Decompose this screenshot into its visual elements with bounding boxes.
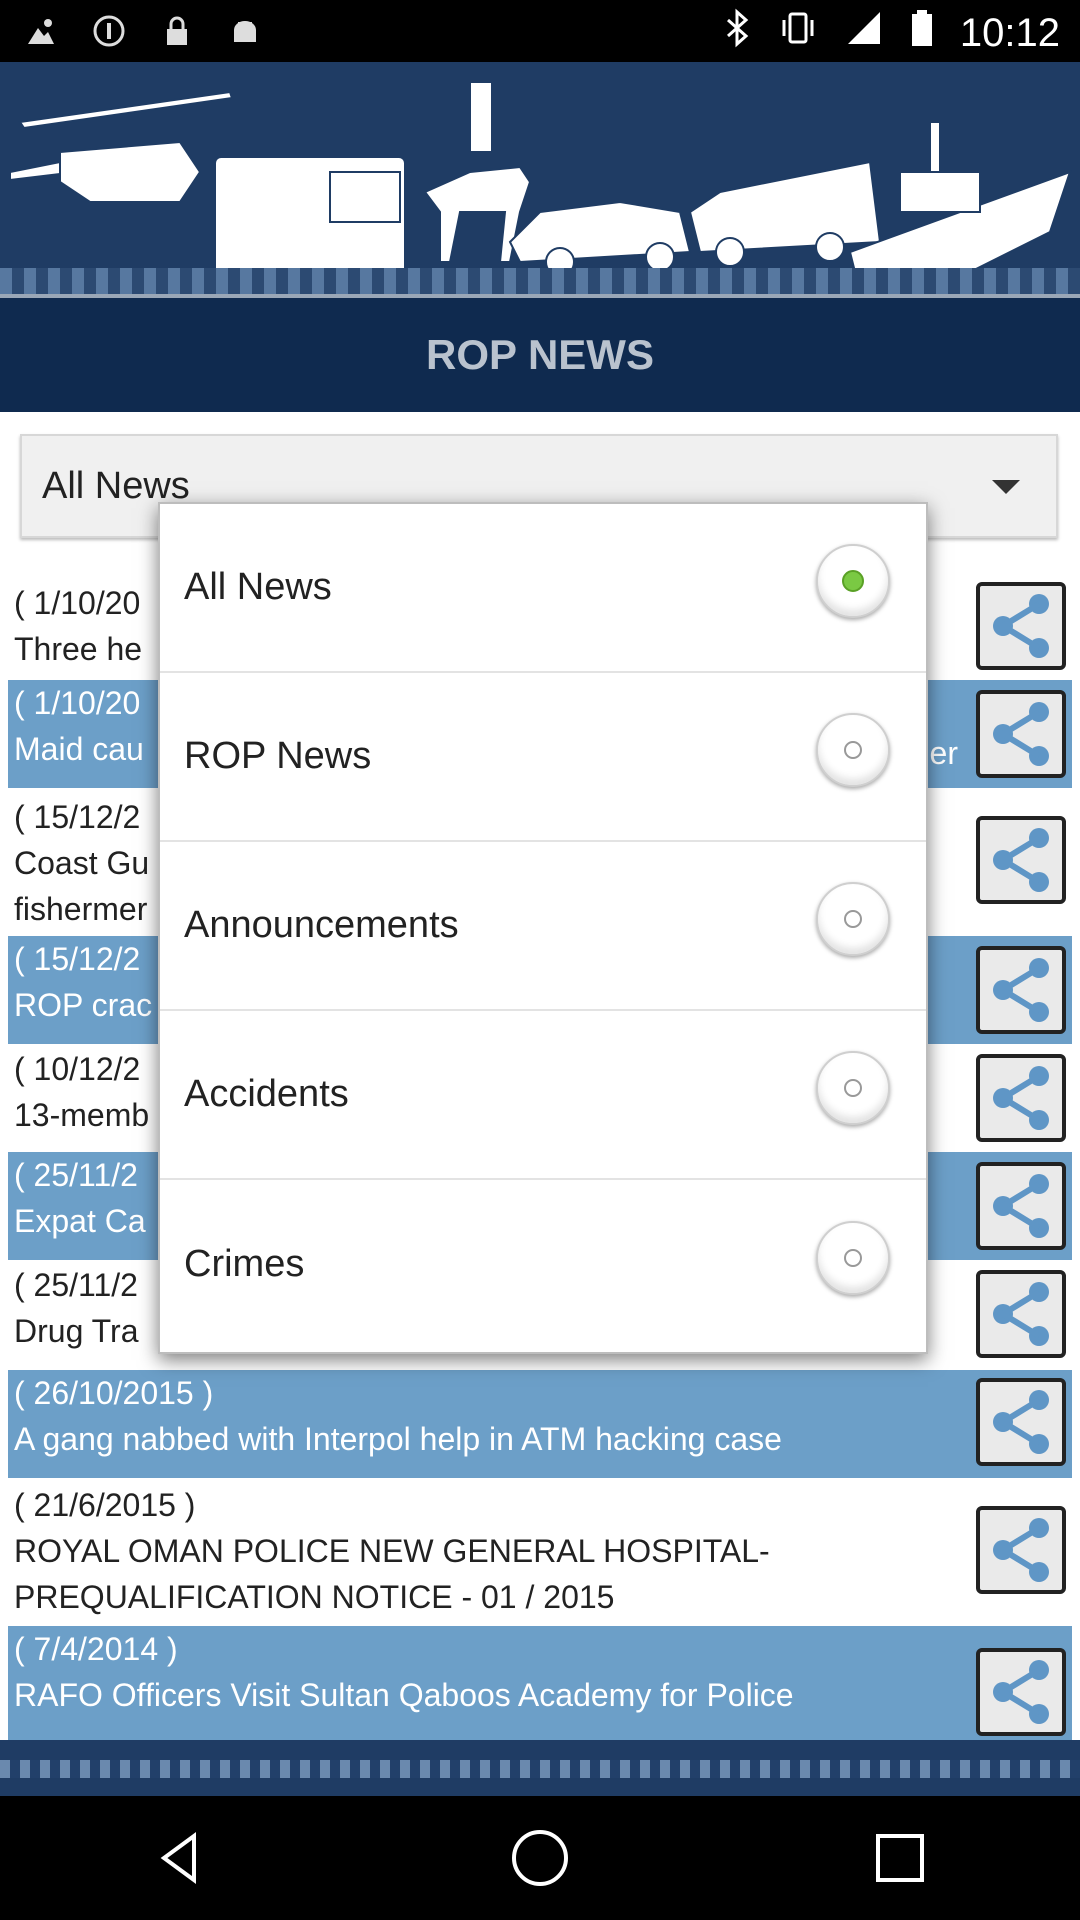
radio-unselected-icon[interactable] <box>816 1050 890 1125</box>
news-headline-tail: er <box>929 735 958 771</box>
share-button[interactable] <box>976 1506 1066 1594</box>
share-icon <box>993 958 1049 1022</box>
share-button[interactable] <box>976 1648 1066 1736</box>
option-label: Accidents <box>184 1073 349 1115</box>
news-date: ( 21/6/2015 ) <box>14 1487 196 1523</box>
home-icon[interactable] <box>500 1818 580 1898</box>
news-row[interactable]: ( 21/6/2015 ) ROYAL OMAN POLICE NEW GENE… <box>8 1482 1072 1620</box>
news-row[interactable]: ( 26/10/2015 ) A gang nabbed with Interp… <box>8 1370 1072 1478</box>
option-label: Crimes <box>184 1243 305 1285</box>
share-icon <box>993 1282 1049 1346</box>
header-banner <box>0 62 1080 294</box>
news-row[interactable]: ( 7/4/2014 ) RAFO Officers Visit Sultan … <box>8 1626 1072 1740</box>
status-bar: 10:12 <box>0 0 1080 62</box>
status-time: 10:12 <box>959 10 1060 55</box>
back-icon[interactable] <box>140 1818 220 1898</box>
share-button[interactable] <box>976 1054 1066 1142</box>
share-button[interactable] <box>976 1270 1066 1358</box>
android-icon <box>224 10 266 52</box>
signal-icon <box>844 8 884 58</box>
news-headline: RAFO Officers Visit Sultan Qaboos Academ… <box>14 1677 794 1713</box>
option-label: ROP News <box>184 735 372 777</box>
navigation-bar <box>0 1796 1080 1920</box>
share-icon <box>993 828 1049 892</box>
news-headline: ROYAL OMAN POLICE NEW GENERAL HOSPITAL- <box>14 1533 770 1569</box>
option-label: All News <box>184 566 332 608</box>
recents-icon[interactable] <box>860 1818 940 1898</box>
share-icon <box>993 1066 1049 1130</box>
share-icon <box>993 702 1049 766</box>
option-crimes[interactable]: Crimes <box>160 1180 926 1349</box>
news-headline: A gang nabbed with Interpol help in ATM … <box>14 1421 782 1457</box>
option-label: Announcements <box>184 904 459 946</box>
bluetooth-icon <box>722 8 752 58</box>
vibrate-icon <box>778 8 818 58</box>
lock-icon <box>156 10 198 52</box>
category-selection-dialog: All News ROP News Announcements Accident… <box>158 502 928 1354</box>
share-button[interactable] <box>976 1162 1066 1250</box>
info-circle-icon <box>88 10 130 52</box>
chevron-down-icon <box>992 480 1020 494</box>
radio-unselected-icon[interactable] <box>816 881 890 956</box>
share-button[interactable] <box>976 690 1066 778</box>
share-icon <box>993 1518 1049 1582</box>
option-rop-news[interactable]: ROP News <box>160 673 926 842</box>
share-icon <box>993 1660 1049 1724</box>
radio-unselected-icon[interactable] <box>816 1220 890 1295</box>
option-all-news[interactable]: All News <box>160 504 926 673</box>
share-button[interactable] <box>976 1378 1066 1466</box>
vehicles-illustration <box>9 81 1072 294</box>
radio-unselected-icon[interactable] <box>816 712 890 787</box>
news-date: ( 7/4/2014 ) <box>14 1631 178 1667</box>
gallery-icon <box>20 10 62 52</box>
battery-icon <box>910 8 934 58</box>
option-announcements[interactable]: Announcements <box>160 842 926 1011</box>
footer-pattern <box>0 1740 1080 1796</box>
option-accidents[interactable]: Accidents <box>160 1011 926 1180</box>
share-button[interactable] <box>976 946 1066 1034</box>
news-date: ( 26/10/2015 ) <box>14 1375 214 1411</box>
share-icon <box>993 594 1049 658</box>
news-headline-line2: PREQUALIFICATION NOTICE - 01 / 2015 <box>14 1579 615 1615</box>
page-title: ROP NEWS <box>0 294 1080 412</box>
share-button[interactable] <box>976 582 1066 670</box>
share-icon <box>993 1174 1049 1238</box>
radio-selected-icon[interactable] <box>816 543 890 618</box>
share-icon <box>993 1390 1049 1454</box>
banner-pattern <box>0 268 1080 294</box>
share-button[interactable] <box>976 816 1066 904</box>
